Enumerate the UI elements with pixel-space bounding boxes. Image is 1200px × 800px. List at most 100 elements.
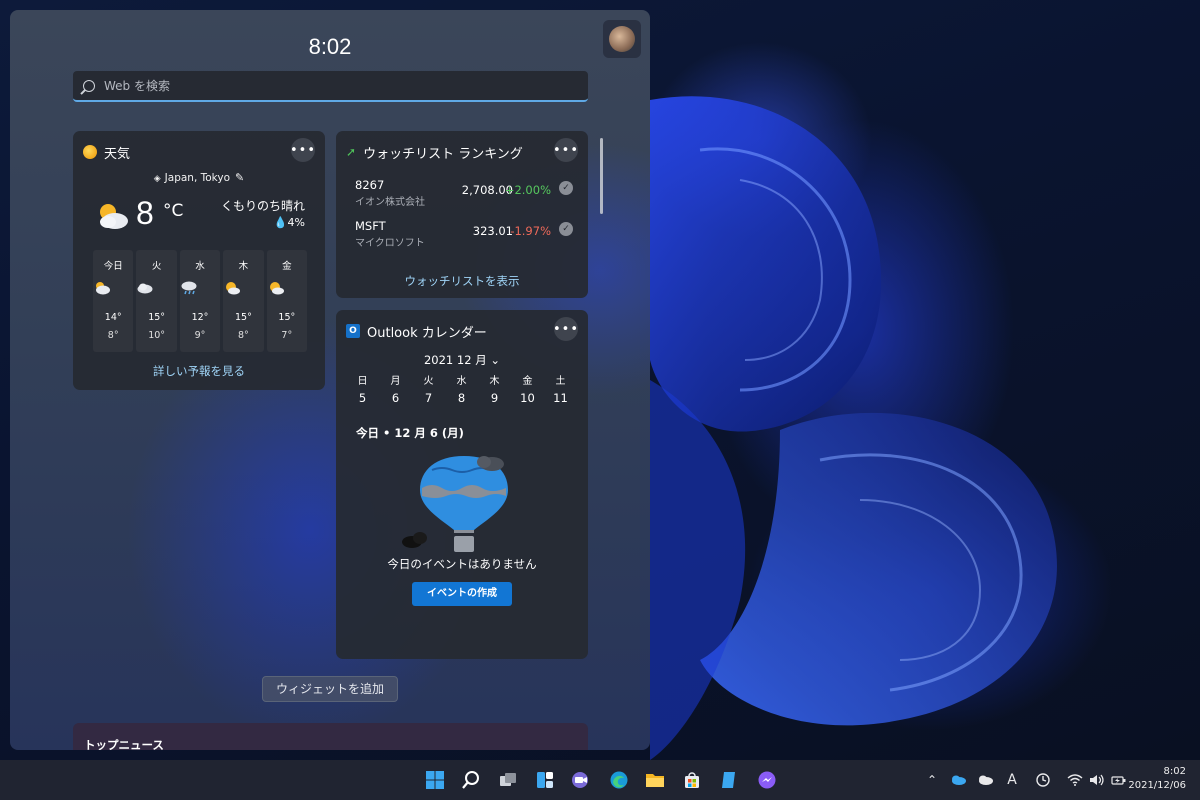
- store-icon[interactable]: [680, 768, 704, 792]
- weather-more-button[interactable]: •••: [290, 138, 315, 162]
- panel-clock: 8:02: [308, 34, 352, 59]
- check-icon[interactable]: ✓: [559, 222, 573, 236]
- wifi-icon[interactable]: [1066, 770, 1084, 790]
- rain-icon: [181, 281, 197, 295]
- weekday-label: 土: [555, 376, 566, 387]
- forecast-high: 12°: [191, 312, 209, 323]
- droplet-icon: 💧: [273, 216, 288, 229]
- edit-icon[interactable]: ✎: [235, 171, 244, 184]
- forecast-low: 10°: [148, 330, 166, 341]
- top-news-section: トップニュース: [73, 723, 588, 750]
- partly-cloudy-icon: [96, 282, 110, 295]
- stock-name: マイクロソフト: [355, 238, 425, 249]
- forecast-day-label: 水: [195, 261, 205, 272]
- forecast-day[interactable]: 火 15° 10°: [136, 250, 177, 352]
- forecast-day[interactable]: 水 12° 9°: [179, 250, 221, 352]
- taskbar-time: 8:02: [1163, 766, 1186, 777]
- weekday-label: 月: [390, 376, 401, 387]
- user-avatar[interactable]: [603, 20, 641, 58]
- volume-icon[interactable]: [1088, 770, 1106, 790]
- messenger-icon[interactable]: [755, 768, 779, 792]
- web-search-box[interactable]: [73, 71, 588, 102]
- avatar-photo: [609, 26, 635, 52]
- calendar-day[interactable]: 5: [346, 388, 379, 408]
- create-event-button[interactable]: イベントの作成: [412, 582, 512, 606]
- stock-name: イオン株式会社: [355, 197, 425, 208]
- forecast-low: 8°: [238, 330, 249, 341]
- month-label: 2021 12 月: [423, 353, 487, 367]
- forecast-day-label: 今日: [103, 261, 123, 272]
- today-heading: 今日 • 12 月 6 (月): [356, 426, 464, 440]
- forecast-day[interactable]: 金 15° 7°: [266, 250, 308, 352]
- weather-widget[interactable]: 天気 ••• ◈ Japan, Tokyo ✎ 8 °C くもりのち晴れ 💧4% 今…: [73, 131, 325, 390]
- edge-icon[interactable]: [607, 768, 631, 792]
- notes-icon[interactable]: [717, 768, 741, 792]
- no-events-message: 今日のイベントはありません: [387, 557, 537, 571]
- calendar-day[interactable]: 8: [445, 388, 478, 408]
- battery-charging-icon[interactable]: [1110, 770, 1128, 790]
- calendar-widget[interactable]: O Outlook カレンダー ••• 2021 12 月 ⌄ 日 月 火 水 …: [336, 310, 588, 659]
- show-hidden-icons-chevron-icon[interactable]: ⌃: [924, 770, 940, 790]
- ime-mode-indicator[interactable]: A: [1004, 770, 1020, 790]
- location-icon: ◈: [153, 174, 161, 184]
- week-days: 5 6 7 8 9 10 11: [346, 387, 588, 410]
- search-input[interactable]: [104, 78, 544, 93]
- widgets-icon[interactable]: [533, 768, 557, 792]
- hot-air-balloon-illustration: [402, 456, 508, 552]
- calendar-day[interactable]: 11: [544, 388, 577, 408]
- forecast-high: 15°: [235, 312, 252, 323]
- temperature-unit[interactable]: °C: [163, 201, 183, 221]
- onedrive-icon[interactable]: [949, 770, 967, 790]
- taskbar: ⌃ A 8:02 2021/12/06: [0, 760, 1200, 800]
- forecast-day[interactable]: 木 15° 8°: [223, 250, 264, 352]
- location-label: Japan, Tokyo: [164, 172, 231, 184]
- focus-assist-icon[interactable]: [1034, 770, 1052, 790]
- start-icon[interactable]: [423, 768, 447, 792]
- forecast-high: 14°: [104, 312, 122, 323]
- forecast-day-label: 金: [282, 261, 292, 272]
- precipitation-value: 4%: [287, 216, 305, 229]
- add-widget-button[interactable]: ウィジェットを追加: [262, 676, 398, 702]
- outlook-icon: O: [346, 324, 360, 338]
- search-icon[interactable]: [459, 768, 483, 792]
- chevron-down-icon: ⌄: [490, 353, 500, 367]
- partly-cloudy-icon: [100, 204, 128, 229]
- stock-row[interactable]: MSFT マイクロソフト 323.01 -1.97% ✓: [355, 219, 577, 249]
- detailed-forecast-link[interactable]: 詳しい予報を見る: [73, 363, 325, 379]
- file-explorer-icon[interactable]: [643, 768, 667, 792]
- cloudy-icon: [137, 283, 153, 294]
- forecast-low: 7°: [281, 330, 293, 341]
- watchlist-widget[interactable]: ➚ ウォッチリスト ランキング ••• 8267 イオン株式会社 2,708.0…: [336, 131, 588, 298]
- forecast-day[interactable]: 今日 14° 8°: [93, 250, 134, 352]
- calendar-day[interactable]: 10: [511, 388, 544, 408]
- calendar-day[interactable]: 7: [412, 388, 445, 408]
- calendar-day[interactable]: 9: [478, 388, 511, 408]
- weather-location[interactable]: ◈ Japan, Tokyo ✎: [73, 171, 325, 184]
- stock-symbol: MSFT: [355, 219, 386, 233]
- taskbar-date: 2021/12/06: [1128, 780, 1186, 791]
- cloud-icon[interactable]: [976, 770, 994, 790]
- weekday-header: 日 月 火 水 木 金 土: [346, 372, 588, 387]
- weather-title: 天気: [104, 146, 131, 162]
- month-selector[interactable]: 2021 12 月 ⌄: [336, 352, 588, 368]
- stock-row[interactable]: 8267 イオン株式会社 2,708.00 +2.00% ✓: [355, 178, 577, 208]
- taskbar-clock[interactable]: 8:02 2021/12/06: [1128, 765, 1186, 793]
- panel-scrollbar[interactable]: [600, 138, 603, 214]
- calendar-more-button[interactable]: •••: [553, 317, 578, 341]
- watchlist-title: ウォッチリスト ランキング: [363, 146, 523, 162]
- check-icon[interactable]: ✓: [559, 181, 573, 195]
- watchlist-more-button[interactable]: •••: [553, 138, 578, 162]
- task-view-icon[interactable]: [496, 768, 520, 792]
- weekday-label: 木: [489, 376, 500, 387]
- view-watchlist-link[interactable]: ウォッチリストを表示: [336, 273, 588, 289]
- partly-sunny-icon: [269, 282, 284, 295]
- partly-sunny-icon: [226, 282, 241, 295]
- forecast-day-label: 木: [238, 261, 249, 272]
- stock-change: -1.97%: [510, 224, 551, 238]
- calendar-title: Outlook カレンダー: [367, 325, 487, 341]
- calendar-day-selected[interactable]: 6: [379, 387, 412, 410]
- chat-icon[interactable]: [569, 768, 593, 792]
- weekday-label: 日: [357, 376, 368, 387]
- forecast-day-label: 火: [151, 261, 162, 272]
- weather-icon: [83, 145, 97, 159]
